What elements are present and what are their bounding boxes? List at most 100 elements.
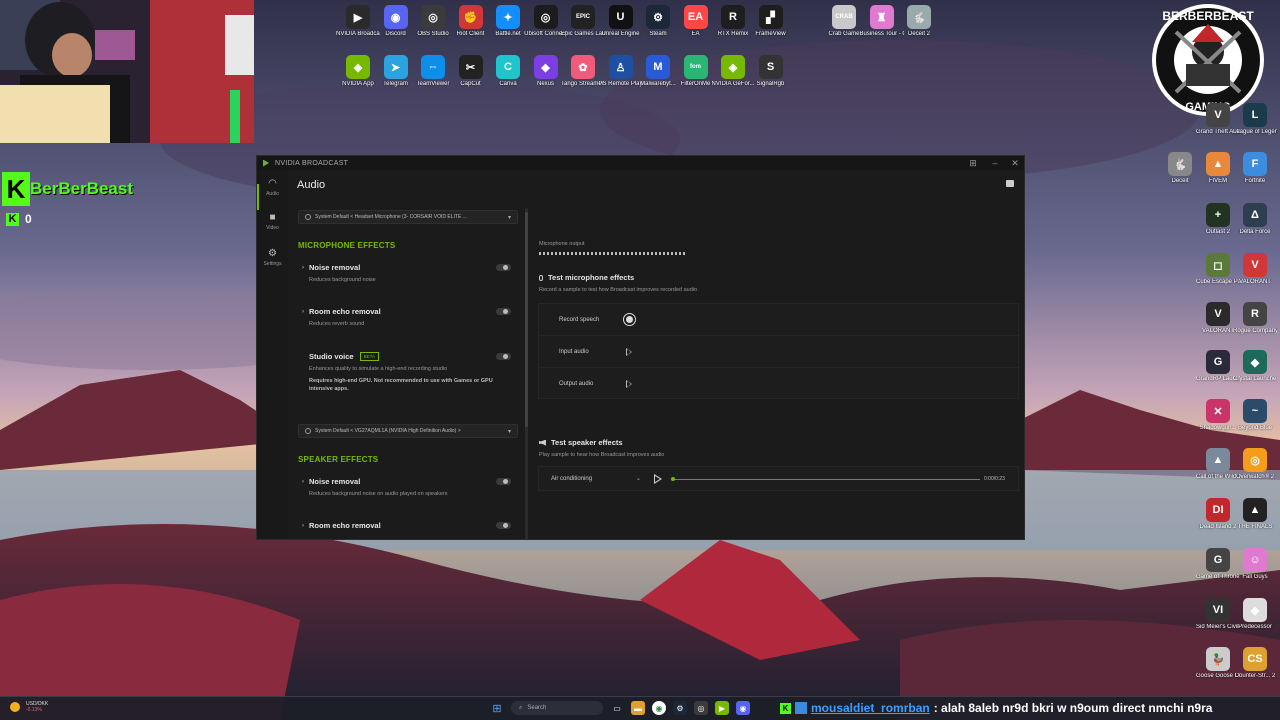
minimize-button[interactable]: –: [985, 156, 1005, 170]
speaker-effect-room-echo-removal[interactable]: › Room echo removal: [302, 521, 517, 530]
play-output-button[interactable]: [626, 380, 632, 388]
chat-text: : alah 8aleb nr9d bkri w n9oum direct nm…: [933, 701, 1213, 715]
obs-taskbar-icon[interactable]: ◎: [694, 701, 708, 715]
steam-taskbar-icon[interactable]: ⚙: [673, 701, 687, 715]
mic-effect-studio-voice[interactable]: Studio voice BETA Enhances quality to sim…: [302, 352, 517, 393]
nav-audio-label: Audio: [266, 191, 279, 197]
mic-effect-room-echo-removal[interactable]: › Room echo removal Reduces reverb sound: [302, 307, 517, 328]
tango-icon: ✿: [571, 55, 595, 79]
windows-start-icon[interactable]: ⊞: [490, 701, 504, 715]
desktop-shortcut-label: Rogue Company: [1233, 328, 1277, 334]
desktop-shortcut[interactable]: L League of Legends: [1233, 103, 1277, 136]
meter-segment: [643, 252, 645, 255]
ps-remote-icon: ♙: [608, 55, 633, 79]
task-view-icon[interactable]: ▭: [610, 701, 624, 715]
desktop-shortcut-label: Overwatch® 2: [1235, 474, 1275, 480]
progress-thumb[interactable]: [671, 477, 675, 481]
deceit-2-icon: 🐇: [1168, 152, 1192, 176]
nav-settings[interactable]: ⚙ Settings: [257, 248, 288, 267]
nav-video[interactable]: ■ Video: [257, 212, 288, 231]
viewer-counter: K 0: [6, 212, 32, 226]
record-button[interactable]: [623, 313, 636, 326]
desktop-shortcut[interactable]: CS Counter-Str... 2: [1233, 647, 1277, 680]
kick-logo-icon: K: [2, 172, 30, 206]
desktop-shortcut[interactable]: R Rogue Company: [1233, 302, 1277, 335]
sample-progress-track[interactable]: [671, 477, 980, 481]
meter-segment: [659, 252, 661, 255]
chat-username: mousaldiet_romrban: [811, 701, 930, 715]
effect-desc: Reduces reverb sound: [309, 321, 365, 327]
chevron-down-icon: ⌄: [635, 476, 641, 482]
play-input-button[interactable]: [626, 347, 632, 356]
scrollbar-thumb[interactable]: [525, 212, 528, 427]
fall-guys-icon: ☺: [1243, 548, 1267, 572]
record-speech-row: Record speech: [539, 304, 1020, 336]
chrome-icon[interactable]: ◉: [652, 701, 666, 715]
desktop-shortcut[interactable]: V VALORANT: [1233, 253, 1277, 286]
room-echo-toggle[interactable]: [496, 308, 511, 315]
test-mic-heading-text: Test microphone effects: [548, 273, 635, 282]
chevron-down-icon: ▾: [507, 428, 511, 435]
mic-effect-noise-removal[interactable]: › Noise removal Reduces background noise: [302, 263, 517, 284]
desktop-shortcut[interactable]: ◈ Predecessor: [1233, 598, 1277, 631]
rtx-remix-icon: R: [721, 5, 745, 29]
sample-time: 0:00/0:23: [984, 476, 1005, 482]
window-titlebar[interactable]: NVIDIA BROADCAST: [257, 156, 1024, 170]
mic-device-select[interactable]: System Default < Headset Microphone (3- …: [298, 210, 518, 224]
pin-window-icon[interactable]: ⊞: [963, 156, 983, 170]
feedback-icon[interactable]: [1006, 180, 1014, 187]
valorant-icon: V: [1243, 253, 1267, 277]
test-mic-box: Record speech Input audio Output audio: [538, 303, 1020, 399]
meter-segment: [547, 252, 549, 255]
desktop-shortcut[interactable]: S SignalRgb: [749, 55, 793, 88]
effect-desc: Reduces background noise: [309, 277, 376, 283]
search-placeholder: Search: [527, 705, 547, 711]
speaker-effects-heading: SPEAKER EFFECTS: [298, 455, 379, 464]
ubisoft-icon: ◎: [533, 5, 558, 29]
speaker-effect-noise-removal[interactable]: › Noise removal Reduces background noise …: [302, 477, 517, 498]
chevron-right-icon: ›: [302, 264, 304, 271]
noise-removal-toggle[interactable]: [496, 264, 511, 271]
discord-taskbar-icon[interactable]: ◉: [736, 701, 750, 715]
desktop-shortcut[interactable]: Δ Delta Force: [1233, 203, 1277, 236]
meter-segment: [599, 252, 601, 255]
desktop-shortcut[interactable]: F Fortnite: [1233, 152, 1277, 185]
file-explorer-icon[interactable]: ▬: [631, 701, 645, 715]
chat-message: K mousaldiet_romrban : alah 8aleb nr9d b…: [780, 698, 1212, 718]
desktop-shortcut[interactable]: ◎ Overwatch® 2: [1233, 448, 1277, 481]
sample-select[interactable]: Air conditioning ⌄: [551, 475, 641, 483]
desktop-shortcut-label: Beyond Blue: [1237, 425, 1273, 431]
close-button[interactable]: ✕: [1005, 156, 1025, 170]
desktop-shortcut[interactable]: ▲ THE FINALS: [1233, 498, 1277, 531]
delta-force-icon: Δ: [1243, 203, 1267, 227]
play-sample-button[interactable]: [654, 474, 662, 484]
deceit-icon: 🐇: [907, 5, 931, 29]
effects-scrollbar[interactable]: [525, 208, 528, 540]
speaker-noise-toggle[interactable]: [496, 478, 511, 485]
nav-audio[interactable]: ◠ Audio: [257, 178, 288, 197]
ggd-icon: 🦆: [1206, 647, 1230, 671]
desktop-shortcut[interactable]: ~ Beyond Blue: [1233, 399, 1277, 432]
desktop-shortcut[interactable]: ▞ FrameView: [749, 5, 793, 38]
steam-icon: ⚙: [646, 5, 670, 29]
meter-segment: [583, 252, 585, 255]
studio-voice-toggle[interactable]: [496, 353, 511, 360]
page-title: Audio: [297, 179, 326, 191]
meter-segment: [551, 252, 553, 255]
effect-name: Noise removal: [309, 477, 361, 486]
speaker-echo-toggle[interactable]: [496, 522, 511, 529]
desktop-shortcut[interactable]: 🐇 Deceit 2: [897, 5, 941, 38]
effect-name: Studio voice: [309, 352, 354, 361]
speaker-icon: [539, 439, 546, 446]
chevron-right-icon: ›: [302, 522, 304, 529]
desktop-shortcut[interactable]: ☺ Fall Guys: [1233, 548, 1277, 581]
speaker-device-select[interactable]: System Default < VG27AQML1A (NVIDIA High…: [298, 424, 518, 438]
cube-escape-icon: ◻: [1206, 253, 1230, 277]
ticker-widget[interactable]: USD/DKK -0.13%: [10, 701, 48, 713]
chat-emote-icon: [795, 702, 807, 714]
desktop-shortcut[interactable]: ◆ Crystal Launcher: [1233, 350, 1277, 383]
stream-branding: K BerBerBeast K 0: [2, 172, 152, 232]
nvidia-broadcast-window[interactable]: NVIDIA BROADCAST ⊞ – ✕ ◠ Audio ■ Video ⚙…: [256, 155, 1025, 540]
taskbar-search[interactable]: ⌕ Search: [511, 701, 603, 715]
nvidia-taskbar-icon[interactable]: ▶: [715, 701, 729, 715]
